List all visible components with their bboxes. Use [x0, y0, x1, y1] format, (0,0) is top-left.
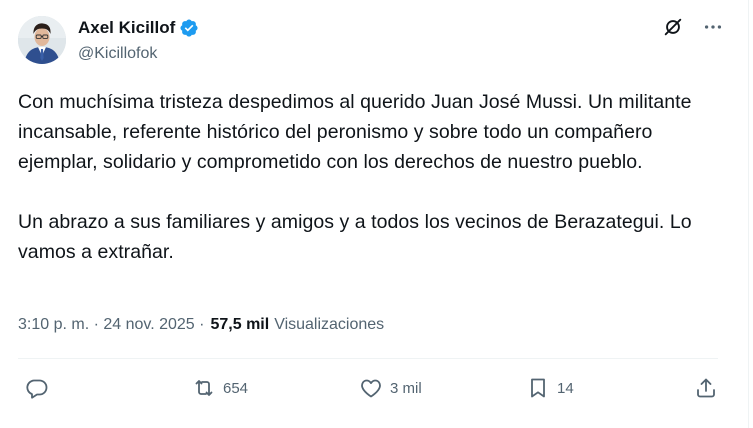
tweet-header-actions	[662, 16, 724, 38]
repost-button[interactable]: 654	[192, 370, 248, 406]
views-label: Visualizaciones	[274, 316, 385, 333]
reply-icon	[26, 379, 48, 399]
repost-icon	[195, 380, 213, 396]
bookmark-icon	[531, 378, 545, 398]
tweet-meta: 3:10 p. m. · 24 nov. 2025 · 57,5 mil Vis…	[18, 316, 384, 334]
reply-button[interactable]	[25, 370, 56, 406]
tweet-text: Con muchísima tristeza despedimos al que…	[18, 91, 692, 263]
tweet-actions-bar: 654 3 mil 14	[0, 370, 753, 406]
repost-count: 654	[223, 379, 249, 397]
like-button[interactable]: 3 mil	[359, 370, 422, 406]
divider	[18, 358, 718, 359]
avatar-image	[18, 16, 66, 64]
avatar[interactable]	[18, 16, 66, 64]
tweet-timestamp[interactable]: 3:10 p. m. · 24 nov. 2025 ·	[18, 316, 204, 334]
tweet-card: Axel Kicillof @Kicillofok Con muchísima …	[0, 0, 749, 428]
verified-badge-icon	[180, 19, 198, 37]
author-name-row: Axel Kicillof	[78, 18, 199, 38]
share-icon	[697, 378, 715, 398]
heart-icon	[361, 379, 381, 398]
grok-icon[interactable]	[662, 16, 684, 38]
author-display-name[interactable]: Axel Kicillof	[78, 18, 175, 38]
more-options-icon[interactable]	[702, 16, 724, 38]
bookmark-button[interactable]: 14	[526, 370, 574, 406]
bookmark-count: 14	[557, 379, 574, 397]
like-count: 3 mil	[390, 379, 422, 397]
author-handle[interactable]: @Kicillofok	[78, 45, 157, 63]
views-count: 57,5 mil	[210, 316, 270, 333]
share-button[interactable]	[694, 370, 718, 406]
